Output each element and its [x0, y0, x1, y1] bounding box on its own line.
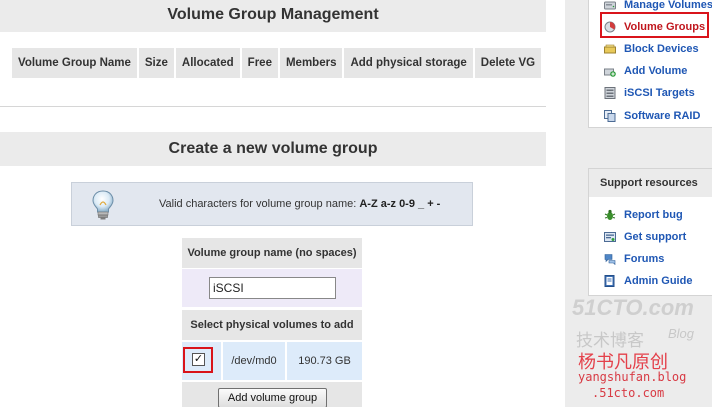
nav-label: Forums: [624, 253, 665, 265]
col-members: Members: [279, 48, 343, 78]
nav-label: Block Devices: [624, 43, 699, 55]
divider: [0, 106, 546, 107]
watermark: 51CTO.com 技术博客 Blog 杨书凡原创 yangshufan.blo…: [568, 295, 712, 407]
pv-row: ✓ /dev/md0 190.73 GB: [182, 342, 362, 380]
hard-disk-icon: [604, 0, 616, 11]
pv-device: /dev/md0: [223, 342, 285, 380]
support-title: Support resources: [589, 169, 712, 197]
management-title: Volume Group Management: [0, 0, 546, 32]
forums-icon: [604, 253, 616, 266]
software-raid-icon: [604, 110, 616, 122]
add-volume-icon: [604, 65, 616, 77]
checkbox-highlight: ✓: [183, 347, 213, 373]
info-prefix: Valid characters for volume group name:: [159, 198, 360, 210]
nav-label: Software RAID: [624, 110, 701, 122]
watermark-url-1: yangshufan.blog: [578, 370, 687, 384]
nav-label: Admin Guide: [624, 275, 693, 287]
volumes-nav-panel: Manage Volumes Volume Groups Block Devic…: [588, 0, 712, 128]
watermark-site: 51CTO.com: [572, 295, 694, 320]
pv-checkbox[interactable]: ✓: [192, 353, 205, 366]
col-allocated: Allocated: [175, 48, 240, 78]
name-label: Volume group name (no spaces): [182, 238, 362, 268]
pv-checkbox-cell: ✓: [182, 342, 221, 380]
volume-group-icon: [604, 21, 616, 33]
table-header-row: Volume Group Name Size Allocated Free Me…: [12, 48, 542, 78]
pv-size: 190.73 GB: [287, 342, 362, 380]
nav-label: Add Volume: [624, 65, 688, 77]
create-title: Create a new volume group: [0, 132, 546, 166]
admin-guide-icon: [604, 275, 616, 287]
col-free: Free: [241, 48, 278, 78]
nav-label: Report bug: [624, 209, 683, 221]
lightbulb-icon: [90, 189, 116, 224]
name-row: [182, 269, 362, 307]
info-box: Valid characters for volume group name: …: [71, 182, 473, 226]
nav-label: Manage Volumes: [624, 0, 712, 11]
nav-label: iSCSI Targets: [624, 87, 695, 99]
support-icon: [604, 231, 616, 243]
watermark-blog: Blog: [668, 326, 695, 341]
support-panel: Support resources Report bug Get support…: [588, 168, 712, 296]
pv-label: Select physical volumes to add: [182, 310, 362, 340]
col-add-physical-storage: Add physical storage: [344, 48, 473, 78]
add-volume-group-button[interactable]: Add volume group: [218, 388, 327, 407]
submit-row: Add volume group: [182, 382, 362, 407]
watermark-url-2: .51cto.com: [592, 386, 665, 400]
main-content: Volume Group Management Volume Group Nam…: [0, 0, 548, 407]
col-delete-vg: Delete VG: [474, 48, 542, 78]
info-valid-chars: A-Z a-z 0-9 _ + -: [359, 198, 441, 210]
volume-group-table: Volume Group Name Size Allocated Free Me…: [10, 48, 543, 78]
col-size: Size: [138, 48, 174, 78]
iscsi-targets-icon: [604, 87, 616, 99]
vg-name-input[interactable]: [209, 277, 336, 299]
block-devices-icon: [604, 43, 616, 55]
col-volume-group-name: Volume Group Name: [12, 48, 137, 78]
bug-icon: [604, 209, 616, 221]
nav-label: Volume Groups: [624, 21, 706, 33]
info-text: Valid characters for volume group name: …: [159, 198, 440, 210]
nav-label: Get support: [624, 231, 687, 243]
